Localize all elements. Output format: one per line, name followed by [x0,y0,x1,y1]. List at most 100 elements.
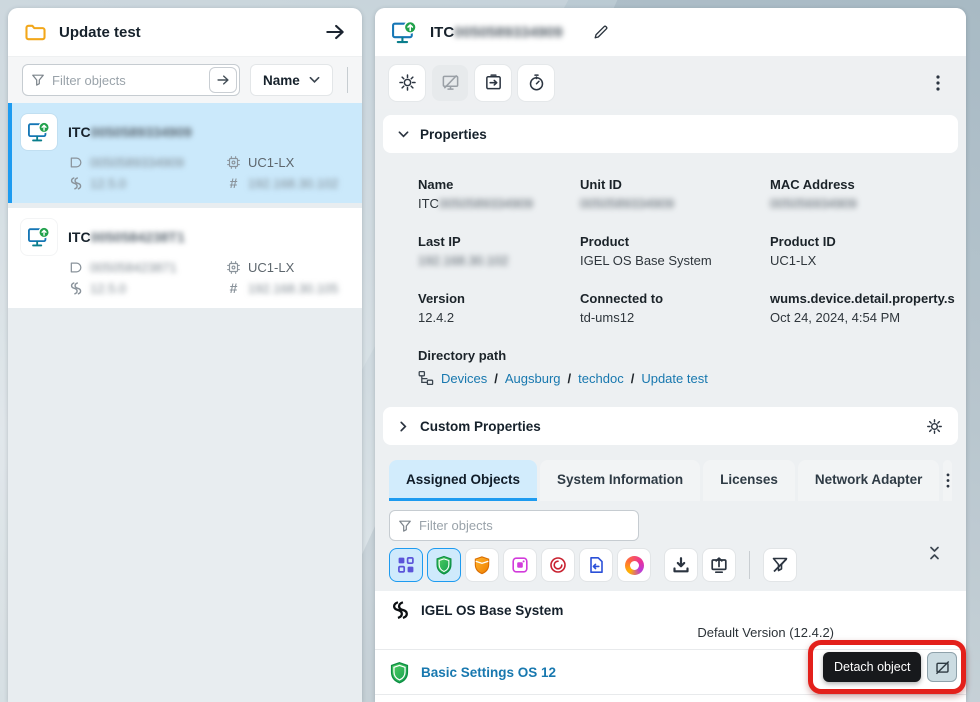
device-title: ITC0050589334909 [430,24,563,41]
sort-dropdown[interactable]: Name [250,64,333,96]
clear-filter-icon [770,555,790,575]
device-serial: 0050589334909 [68,155,226,170]
field-name: Name ITC0050589334909 [418,177,580,211]
detach-tooltip: Detach object [823,652,921,682]
timer-button[interactable] [518,65,554,101]
push-update-icon [709,555,729,575]
device-list-item-1[interactable]: ITC0050589334909 0050589334909 UC1-LX 12… [8,103,362,203]
download-icon [671,555,691,575]
breadcrumb: Devices / Augsburg / techdoc / Update te… [418,370,955,386]
tab-assigned-objects[interactable]: Assigned Objects [389,460,537,501]
breadcrumb-augsburg[interactable]: Augsburg [505,371,561,386]
field-version: Version 12.4.2 [418,291,580,325]
kebab-icon [946,473,950,488]
custom-properties-gear-icon[interactable] [926,418,943,435]
field-last-seen: wums.device.detail.property.s Oct 24, 20… [770,291,955,325]
directory-title: Update test [59,24,141,41]
file-blue-icon [586,555,606,575]
detail-tabs: Assigned Objects System Information Lice… [389,460,952,501]
device-version: 12.5.0 [68,280,226,296]
icons-divider [749,551,750,579]
redacted-device-name: 0050584238T1 [91,229,185,245]
box-arrow-icon [484,73,503,92]
open-directory-arrow-icon[interactable] [324,21,346,43]
properties-title: Properties [420,127,487,142]
download-objects-button[interactable] [664,548,698,582]
ring-red-icon [548,555,568,575]
field-product: Product IGEL OS Base System [580,234,770,268]
filter-profiles-button[interactable] [427,548,461,582]
device-product-id: UC1-LX [226,260,348,275]
breadcrumb-update-test[interactable]: Update test [641,371,708,386]
collapse-section-button[interactable] [927,545,942,561]
device-product-id: UC1-LX [226,155,348,170]
unit-id-icon [68,155,83,170]
directory-panel: Update test Name [8,8,362,702]
filter-firmware-customization-button[interactable] [617,548,651,582]
assigned-filter-input[interactable] [419,518,638,533]
default-version-note: Default Version (12.4.2) [375,623,966,650]
pencil-icon [593,24,609,40]
basic-settings-link[interactable]: Basic Settings OS 12 [421,665,556,680]
directory-header: Update test [8,8,362,56]
sidebar-filter-box [22,64,240,96]
apps-grid-icon [396,555,416,575]
breadcrumb-techdoc[interactable]: techdoc [578,371,624,386]
shield-green-icon [434,555,454,575]
redacted-device-title: 0050589334909 [454,24,562,41]
filter-funnel-icon [398,519,412,533]
filter-jabra-button[interactable] [541,548,575,582]
device-name: ITC0050589334909 [68,124,192,140]
directory-toolbar: Name [8,56,362,103]
breadcrumb-devices[interactable]: Devices [441,371,487,386]
edit-name-button[interactable] [589,20,613,44]
unfold-less-icon [927,545,942,561]
igel-version-icon [68,176,83,191]
sidebar-filter-input[interactable] [52,73,209,88]
hash-icon: # [226,280,241,296]
monitor-slash-icon [441,73,460,92]
detach-object-button[interactable] [927,652,957,682]
filter-custom-apps-button[interactable] [503,548,537,582]
chevron-right-icon [398,421,409,432]
more-actions-button[interactable] [924,69,952,97]
tabs-overflow-button[interactable] [943,460,952,501]
device-os-icon [21,114,57,150]
properties-section-header[interactable]: Properties [383,115,958,153]
igel-version-icon [68,281,83,296]
shadow-device-button [432,65,468,101]
assigned-objects-list: IGEL OS Base System Default Version (12.… [375,591,966,702]
filter-priority-profiles-button[interactable] [465,548,499,582]
field-mac: MAC Address 005056934909 [770,177,955,211]
detail-toolbar [375,56,966,109]
export-button[interactable] [475,65,511,101]
igel-logo-icon [389,600,410,621]
filter-files-button[interactable] [579,548,613,582]
device-list-item-2[interactable]: ITC0050584238T1 005058423871 UC1-LX 12.5… [8,208,362,308]
tab-network-adapter[interactable]: Network Adapter [798,460,940,501]
device-ip: # 192.168.30.102 [226,175,348,191]
tab-system-information[interactable]: System Information [540,460,700,501]
stopwatch-icon [527,73,546,92]
toolbar-divider [347,67,348,93]
object-type-filter-row [389,548,952,582]
assigned-filter-box [389,510,639,541]
custom-properties-section-header[interactable]: Custom Properties [383,407,958,445]
swirl-icon [625,556,644,575]
clear-filter-button[interactable] [763,548,797,582]
push-update-button[interactable] [702,548,736,582]
device-serial: 005058423871 [68,260,226,275]
tree-icon [418,370,434,386]
settings-button[interactable] [389,65,425,101]
field-directory-path: Directory path Devices / Augsburg / tech… [418,348,955,386]
apply-filter-button[interactable] [209,67,237,93]
shield-orange-icon [472,555,492,575]
assigned-row-base-system[interactable]: IGEL OS Base System [375,591,966,623]
tab-licenses[interactable]: Licenses [703,460,795,501]
chip-icon [226,260,241,275]
filter-apps-button[interactable] [389,548,423,582]
field-unit-id: Unit ID 0050589334909 [580,177,770,211]
properties-grid: Name ITC0050589334909 Unit ID 0050589334… [375,153,966,392]
detail-header: ITC0050589334909 [375,8,966,56]
assigned-row-partial[interactable] [375,695,966,702]
